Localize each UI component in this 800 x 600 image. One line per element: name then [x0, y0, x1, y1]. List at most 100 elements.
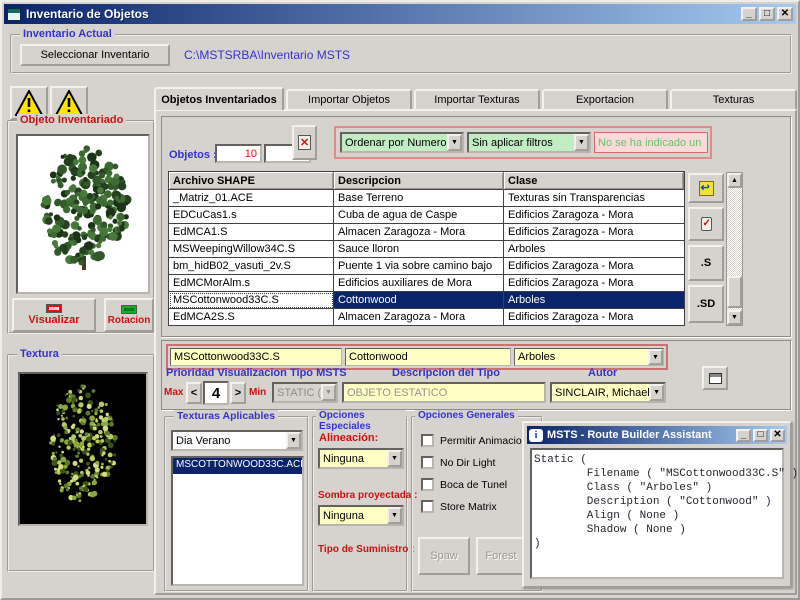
rotacion-label: Rotacion	[108, 315, 151, 326]
priority-decrease-button[interactable]: <	[186, 382, 202, 404]
cell-archivo[interactable]: bm_hidB02_vasuti_2v.S	[169, 258, 334, 275]
cell-archivo[interactable]: MSWeepingWillow34C.S	[169, 241, 334, 258]
column-header[interactable]: Archivo SHAPE	[169, 172, 334, 190]
chevron-down-icon[interactable]: ▼	[387, 450, 402, 467]
cell-clase[interactable]: Arboles	[504, 241, 684, 258]
delete-object-button[interactable]	[292, 125, 317, 160]
spaw-button[interactable]: Spaw	[418, 537, 470, 575]
rba-code-view[interactable]: Static ( Filename ( "MSCottonwood33C.S" …	[530, 448, 784, 579]
cell-clase[interactable]: Texturas sin Transparencias	[504, 190, 684, 207]
rotacion-led-icon	[121, 305, 137, 314]
cell-descripcion[interactable]: Almacen Zaragoza - Mora	[334, 309, 504, 326]
cell-descripcion[interactable]: Base Terreno	[334, 190, 504, 207]
checkbox-icon[interactable]	[421, 478, 434, 491]
cell-archivo[interactable]: EdMCMorAlm.s	[169, 275, 334, 292]
close-button[interactable]: ✕	[777, 7, 793, 21]
forest-button[interactable]: Forest	[476, 537, 526, 575]
sd-file-button[interactable]: .SD	[688, 285, 724, 323]
table-row[interactable]: bm_hidB02_vasuti_2v.S Puente 1 via sobre…	[169, 258, 684, 275]
cell-archivo[interactable]: MSCottonwood33C.S	[169, 292, 334, 309]
chevron-down-icon[interactable]: ▼	[387, 507, 402, 524]
maximize-button[interactable]: □	[759, 7, 775, 21]
tab-importar-texturas[interactable]: Importar Texturas	[414, 89, 540, 109]
form-tool-button[interactable]	[702, 366, 728, 390]
tab-importar-objetos[interactable]: Importar Objetos	[286, 89, 412, 109]
cell-clase[interactable]: Edificios Zaragoza - Mora	[504, 258, 684, 275]
cell-clase[interactable]: Edificios Zaragoza - Mora	[504, 207, 684, 224]
checkbox-permitir-animacion[interactable]: Permitir Animacion	[421, 434, 528, 447]
checklist-button[interactable]	[688, 207, 724, 241]
checkbox-icon[interactable]	[421, 434, 434, 447]
visualizar-button[interactable]: Visualizar	[12, 298, 96, 332]
cell-archivo[interactable]: EdMCA1.S	[169, 224, 334, 241]
chevron-down-icon[interactable]: ▼	[649, 384, 664, 401]
checkbox-boca-de-tunel[interactable]: Boca de Tunel	[421, 478, 507, 491]
scroll-up-icon[interactable]: ▲	[727, 173, 742, 188]
cell-descripcion[interactable]: Almacen Zaragoza - Mora	[334, 224, 504, 241]
table-row[interactable]: _Matriz_01.ACE Base Terreno Texturas sin…	[169, 190, 684, 207]
texture-list-item-selected[interactable]: MSCOTTONWOOD33C.ACE	[173, 458, 302, 474]
cell-archivo[interactable]: _Matriz_01.ACE	[169, 190, 334, 207]
s-file-button[interactable]: .S	[688, 245, 724, 281]
column-header[interactable]: Descripcion	[334, 172, 504, 190]
visualizar-led-icon	[46, 304, 62, 313]
rba-maximize-button[interactable]: □	[753, 429, 768, 442]
cell-clase[interactable]: Arboles	[504, 292, 684, 309]
table-scrollbar[interactable]: ▲ ▼	[726, 172, 743, 326]
chevron-down-icon[interactable]: ▼	[574, 134, 589, 151]
cell-descripcion[interactable]: Puente 1 via sobre camino bajo	[334, 258, 504, 275]
texture-list[interactable]: MSCOTTONWOOD33C.ACE	[171, 456, 304, 586]
sombra-dropdown[interactable]: Ninguna ▼	[318, 505, 404, 526]
table-row[interactable]: EdMCMorAlm.s Edificios auxiliares de Mor…	[169, 275, 684, 292]
sort-dropdown[interactable]: Ordenar por Numero ▼	[340, 132, 464, 153]
rba-close-button[interactable]: ✕	[770, 429, 785, 442]
rba-minimize-button[interactable]: _	[736, 429, 751, 442]
rba-window[interactable]: i MSTS - Route Builder Assistant _ □ ✕ S…	[522, 421, 792, 588]
cell-descripcion[interactable]: Cottonwood	[334, 292, 504, 309]
autor-dropdown[interactable]: SINCLAIR, Michael ▼	[550, 382, 666, 403]
filter-text-input[interactable]: No se ha indicado un text	[594, 132, 708, 153]
open-shape-button[interactable]	[688, 173, 724, 203]
cell-clase[interactable]: Edificios Zaragoza - Mora	[504, 224, 684, 241]
checkbox-icon[interactable]	[421, 500, 434, 513]
filter-dropdown[interactable]: Sin aplicar filtros ▼	[467, 132, 591, 153]
priority-value-field[interactable]: 4	[203, 381, 229, 405]
s-file-label: .S	[701, 257, 711, 269]
cell-descripcion[interactable]: Sauce lloron	[334, 241, 504, 258]
table-row[interactable]: EDCuCas1.s Cuba de agua de Caspe Edifici…	[169, 207, 684, 224]
minimize-button[interactable]: _	[741, 7, 757, 21]
table-row[interactable]: EdMCA2S.S Almacen Zaragoza - Mora Edific…	[169, 309, 684, 326]
chevron-down-icon[interactable]: ▼	[286, 432, 301, 449]
alineacion-dropdown[interactable]: Ninguna ▼	[318, 448, 404, 469]
checkbox-store-matrix[interactable]: Store Matrix	[421, 500, 497, 513]
descripcion-field[interactable]: Cottonwood	[345, 348, 511, 366]
rba-title-bar[interactable]: i MSTS - Route Builder Assistant _ □ ✕	[527, 426, 787, 444]
table-row-selected[interactable]: MSCottonwood33C.S Cottonwood Arboles	[169, 292, 684, 309]
table-row[interactable]: MSWeepingWillow34C.S Sauce lloron Arbole…	[169, 241, 684, 258]
rotacion-button[interactable]: Rotacion	[104, 298, 154, 332]
column-header[interactable]: Clase	[504, 172, 684, 190]
season-dropdown[interactable]: Dia Verano ▼	[171, 430, 303, 451]
seleccionar-inventario-button[interactable]: Seleccionar Inventario	[20, 44, 170, 66]
shape-field[interactable]: MSCottonwood33C.S	[170, 348, 342, 366]
scrollbar-thumb[interactable]	[727, 276, 742, 308]
cell-clase[interactable]: Edificios Zaragoza - Mora	[504, 309, 684, 326]
checkbox-no-dir-light[interactable]: No Dir Light	[421, 456, 495, 469]
tab-texturas[interactable]: Texturas	[670, 89, 797, 109]
scroll-down-icon[interactable]: ▼	[727, 310, 742, 325]
priority-increase-button[interactable]: >	[230, 382, 246, 404]
cell-archivo[interactable]: EdMCA2S.S	[169, 309, 334, 326]
chevron-down-icon[interactable]: ▼	[648, 349, 663, 365]
checkbox-icon[interactable]	[421, 456, 434, 469]
clase-dropdown[interactable]: Arboles ▼	[514, 348, 664, 366]
cell-descripcion[interactable]: Cuba de agua de Caspe	[334, 207, 504, 224]
title-bar[interactable]: Inventario de Objetos _ □ ✕	[4, 4, 796, 24]
chevron-down-icon[interactable]: ▼	[447, 134, 462, 151]
tab-objetos-inventariados[interactable]: Objetos Inventariados	[154, 87, 284, 110]
tab-exportacion[interactable]: Exportacion	[542, 89, 668, 109]
autor-value: SINCLAIR, Michael	[555, 387, 649, 399]
cell-clase[interactable]: Edificios Zaragoza - Mora	[504, 275, 684, 292]
table-row[interactable]: EdMCA1.S Almacen Zaragoza - Mora Edifici…	[169, 224, 684, 241]
cell-descripcion[interactable]: Edificios auxiliares de Mora	[334, 275, 504, 292]
cell-archivo[interactable]: EDCuCas1.s	[169, 207, 334, 224]
